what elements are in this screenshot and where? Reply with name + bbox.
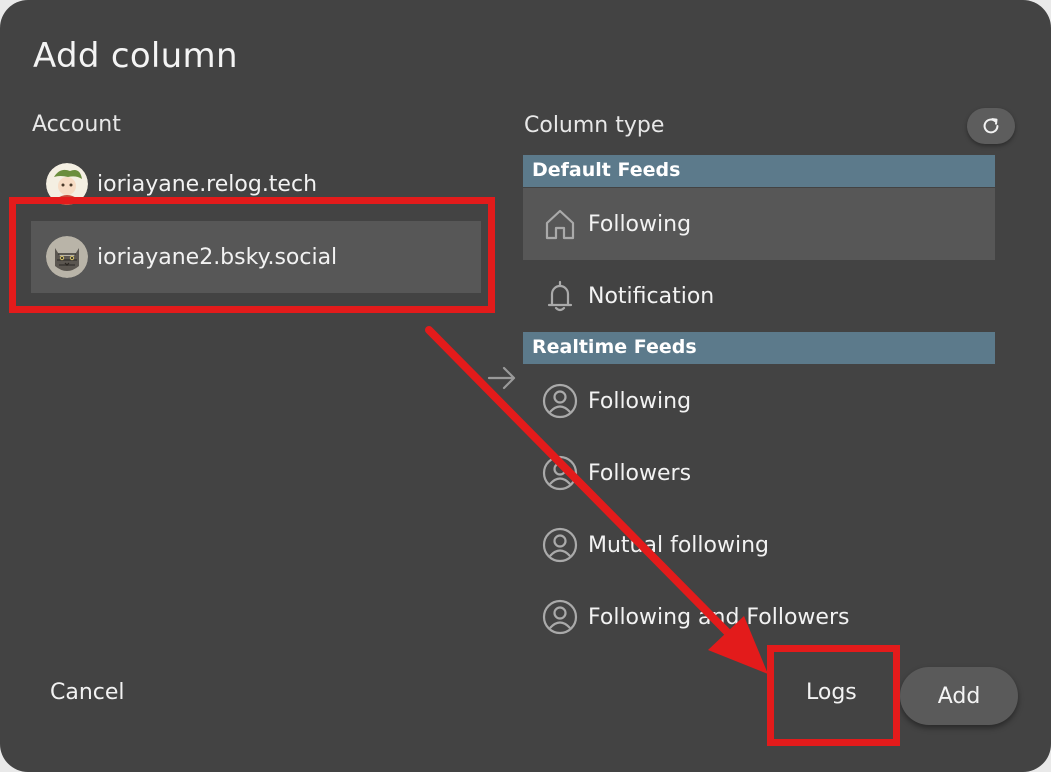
feed-item-realtime-following-and-followers[interactable]: Following and Followers bbox=[523, 581, 995, 653]
feed-item-notification[interactable]: Notification bbox=[523, 260, 995, 332]
home-icon bbox=[542, 206, 578, 242]
account-handle: ioriayane2.bsky.social bbox=[97, 244, 338, 270]
add-button[interactable]: Add bbox=[900, 667, 1018, 725]
bell-icon bbox=[542, 278, 578, 314]
account-item-selected[interactable]: ioriayane2.bsky.social bbox=[31, 221, 481, 293]
dialog-title: Add column bbox=[33, 36, 238, 76]
column-type-section-label: Column type bbox=[524, 113, 665, 138]
user-circle-icon bbox=[542, 527, 578, 563]
user-circle-icon bbox=[542, 383, 578, 419]
group-header-realtime-feeds: Realtime Feeds bbox=[523, 332, 995, 364]
account-section-label: Account bbox=[32, 112, 121, 137]
feed-item-default-following[interactable]: Following bbox=[523, 188, 995, 260]
avatar bbox=[46, 163, 88, 205]
feed-item-realtime-followers[interactable]: Followers bbox=[523, 437, 995, 509]
account-item[interactable]: ioriayane.relog.tech bbox=[31, 148, 481, 220]
user-circle-icon bbox=[542, 455, 578, 491]
feed-label: Following bbox=[588, 211, 692, 237]
user-circle-icon bbox=[542, 599, 578, 635]
feed-label: Following and Followers bbox=[588, 604, 850, 630]
feed-label: Following bbox=[588, 388, 692, 414]
feed-label: Mutual following bbox=[588, 532, 769, 558]
cancel-button[interactable]: Cancel bbox=[50, 680, 125, 705]
feed-item-realtime-following[interactable]: Following bbox=[523, 365, 995, 437]
refresh-icon bbox=[983, 118, 999, 134]
feed-label: Followers bbox=[588, 460, 692, 486]
arrow-right-icon bbox=[487, 366, 516, 390]
feed-label: Notification bbox=[588, 283, 715, 309]
group-header-default-feeds: Default Feeds bbox=[523, 155, 995, 187]
refresh-button[interactable] bbox=[967, 108, 1015, 144]
add-column-dialog: Add column Account ioriayane.relog.tech bbox=[0, 0, 1051, 772]
avatar bbox=[46, 236, 88, 278]
feed-item-realtime-mutual-following[interactable]: Mutual following bbox=[523, 509, 995, 581]
account-handle: ioriayane.relog.tech bbox=[97, 171, 318, 197]
logs-button[interactable]: Logs bbox=[806, 680, 857, 705]
